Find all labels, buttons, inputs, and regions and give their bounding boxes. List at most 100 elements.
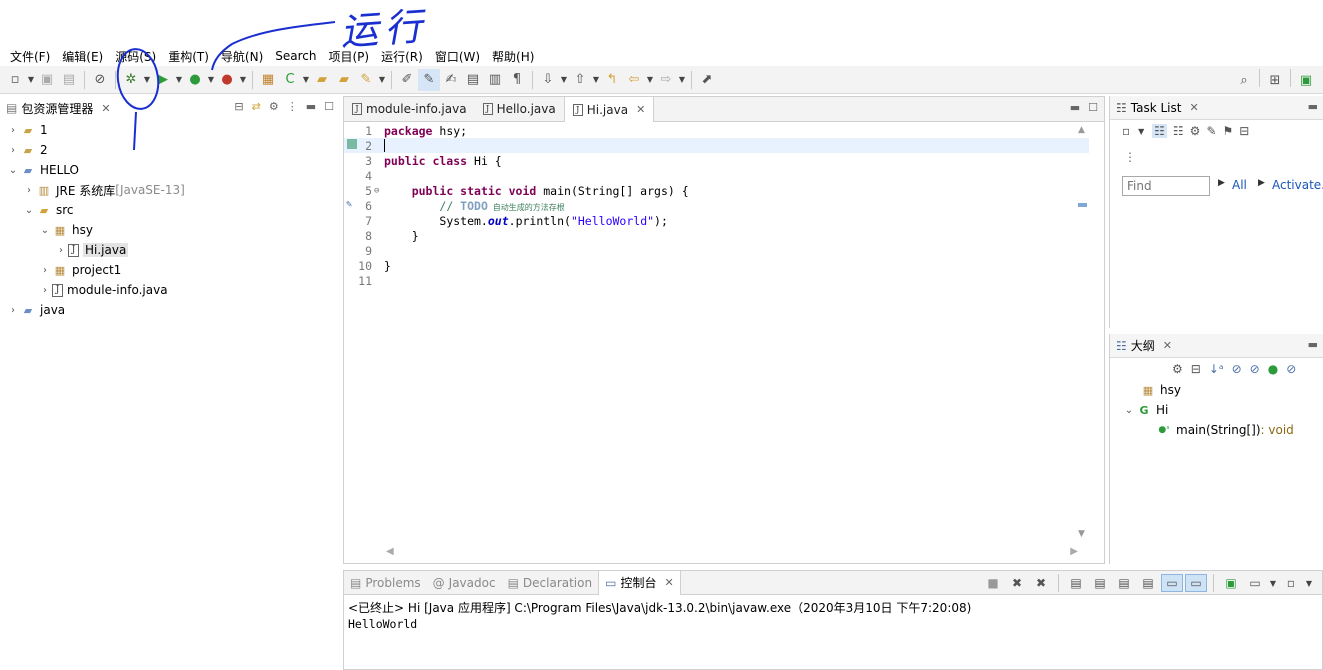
tab-console[interactable]: ▭ 控制台 ✕ xyxy=(598,570,681,595)
debug-icon[interactable]: ✲ xyxy=(120,69,142,91)
new-class-dropdown-icon[interactable]: ▼ xyxy=(301,75,311,84)
search-tool-icon[interactable]: ✎ xyxy=(355,69,377,91)
overview-marker[interactable] xyxy=(1078,203,1087,207)
tree-item[interactable]: ⌄ ▰ HELLO xyxy=(0,160,340,180)
close-icon[interactable]: ✕ xyxy=(1163,339,1172,352)
find-input[interactable] xyxy=(1122,176,1210,196)
sort-icon[interactable]: ↓ᵃ xyxy=(1209,362,1224,376)
open-console-dropdown-icon[interactable]: ▼ xyxy=(1268,574,1278,592)
collapse-all-icon[interactable]: ⊟ xyxy=(234,100,243,113)
next-annotation-icon[interactable]: ⇩ xyxy=(537,69,559,91)
remove-all-launches-icon[interactable]: ✖ xyxy=(1030,574,1052,592)
scroll-left-icon[interactable]: ◀ xyxy=(386,546,394,557)
maximize-icon[interactable]: ☐ xyxy=(1088,101,1098,114)
pilcrow-icon[interactable]: ¶ xyxy=(506,69,528,91)
show-when-stderr-icon[interactable]: ▭ xyxy=(1161,574,1183,592)
close-icon[interactable]: ✕ xyxy=(664,576,673,589)
new-console-dropdown-icon[interactable]: ▼ xyxy=(1304,574,1314,592)
task-list-tab[interactable]: ☷ Task List ✕ xyxy=(1110,101,1205,115)
display-selected-console-icon[interactable]: ▣ xyxy=(1220,574,1242,592)
prev-annotation-icon[interactable]: ⇧ xyxy=(569,69,591,91)
maximize-icon[interactable]: ☐ xyxy=(324,100,334,113)
editor-tab-module-info[interactable]: J module-info.java xyxy=(344,97,475,121)
last-edit-icon[interactable]: ↰ xyxy=(601,69,623,91)
chevron-down-icon[interactable]: ⌄ xyxy=(6,165,20,176)
next-annotation-dropdown-icon[interactable]: ▼ xyxy=(559,75,569,84)
outline-item-package[interactable]: ▦ hsy xyxy=(1140,380,1181,400)
outline-tab[interactable]: ☷ 大纲 ✕ xyxy=(1110,337,1178,354)
tree-item[interactable]: ⌄ ▰ src xyxy=(0,200,340,220)
toggle-mark-icon[interactable]: ✐ xyxy=(396,69,418,91)
close-icon[interactable]: ✕ xyxy=(1189,101,1198,114)
forward-icon[interactable]: ⇨ xyxy=(655,69,677,91)
menu-edit[interactable]: 编辑(E) xyxy=(56,48,109,65)
menu-refactor[interactable]: 重构(T) xyxy=(162,48,215,65)
menu-navigate[interactable]: 导航(N) xyxy=(215,48,269,65)
open-resource-icon[interactable]: ▰ xyxy=(333,69,355,91)
tree-item[interactable]: › ▦ project1 xyxy=(0,260,340,280)
minimize-icon[interactable]: ▬ xyxy=(1308,338,1318,351)
hide-static-icon[interactable]: ⊘ xyxy=(1250,362,1260,376)
horizontal-scrollbar[interactable]: ◀ ▶ xyxy=(382,545,1082,559)
highlight-icon[interactable]: ✎ xyxy=(418,68,440,91)
menu-source[interactable]: 源码(S) xyxy=(109,48,162,65)
filter-icon[interactable]: ⚙ xyxy=(1190,124,1201,138)
minimize-icon[interactable]: ▬ xyxy=(1070,101,1080,114)
debug-dropdown-icon[interactable]: ▼ xyxy=(142,75,152,84)
tree-item[interactable]: › Jmodule-info.java xyxy=(0,280,340,300)
fold-collapse-icon[interactable]: ⊖ xyxy=(374,186,384,196)
menu-search[interactable]: Search xyxy=(269,49,322,63)
menu-run[interactable]: 运行(R) xyxy=(375,48,429,65)
outline-item-class[interactable]: ⌄ G Hi xyxy=(1122,400,1169,420)
code-area[interactable]: 1 package hsy; 2 3 public class Hi { 4 5… xyxy=(344,123,1089,543)
back-dropdown-icon[interactable]: ▼ xyxy=(645,75,655,84)
close-icon[interactable]: ✕ xyxy=(101,102,110,115)
chevron-down-icon[interactable]: ⌄ xyxy=(22,205,36,216)
remove-launch-icon[interactable]: ✖ xyxy=(1006,574,1028,592)
scroll-down-icon[interactable]: ▼ xyxy=(1078,529,1085,539)
tree-item[interactable]: › ▰ 1 xyxy=(0,120,340,140)
coverage-icon[interactable]: ● xyxy=(184,69,206,91)
vertical-scrollbar[interactable]: ▲ ▼ xyxy=(1074,125,1090,545)
minimize-icon[interactable]: ▬ xyxy=(1308,100,1318,113)
new-icon[interactable]: ▫ xyxy=(4,69,26,91)
filter-icon[interactable]: ⚙ xyxy=(269,100,279,113)
forward-dropdown-icon[interactable]: ▼ xyxy=(677,75,687,84)
menu-file[interactable]: 文件(F) xyxy=(4,48,56,65)
chevron-right-icon[interactable]: › xyxy=(38,265,52,276)
menu-project[interactable]: 项目(P) xyxy=(323,48,376,65)
open-perspective-icon[interactable]: ⊞ xyxy=(1264,69,1286,91)
scheduled-icon[interactable]: ☷ xyxy=(1173,124,1184,138)
chevron-right-icon[interactable]: › xyxy=(6,145,20,156)
scroll-lock-icon[interactable]: ▤ xyxy=(1089,574,1111,592)
chevron-down-icon[interactable]: ⌄ xyxy=(38,225,52,236)
scroll-right-icon[interactable]: ▶ xyxy=(1070,546,1078,557)
show-when-stdout-icon[interactable]: ▤ xyxy=(1137,574,1159,592)
new-console-icon[interactable]: ▫ xyxy=(1280,574,1302,592)
new-task-icon[interactable]: ▫ xyxy=(1122,124,1130,138)
external-tools-icon[interactable]: ● xyxy=(216,69,238,91)
view-menu-icon[interactable]: ⋮ xyxy=(287,100,298,113)
categorized-icon[interactable]: ☷ xyxy=(1152,124,1167,138)
chevron-right-icon[interactable]: › xyxy=(22,185,36,196)
chevron-right-icon[interactable]: › xyxy=(54,245,68,256)
hide-fields-icon[interactable]: ⊘ xyxy=(1232,362,1242,376)
prev-annotation-dropdown-icon[interactable]: ▼ xyxy=(591,75,601,84)
new-dropdown-icon[interactable]: ▼ xyxy=(26,75,36,84)
pin-editor-icon[interactable]: ⬈ xyxy=(696,69,718,91)
chevron-down-icon[interactable]: ⌄ xyxy=(1122,405,1136,416)
view-menu-icon[interactable]: ⋮ xyxy=(1124,150,1136,164)
new-java-project-icon[interactable]: ▦ xyxy=(257,69,279,91)
new-class-icon[interactable]: C xyxy=(279,69,301,91)
editor-tab-hello[interactable]: J Hello.java xyxy=(475,97,564,121)
terminate-icon[interactable]: ■ xyxy=(982,574,1004,592)
back-icon[interactable]: ⇦ xyxy=(623,69,645,91)
minimize-icon[interactable]: ▬ xyxy=(306,100,316,113)
collapse-all-icon[interactable]: ⊟ xyxy=(1239,124,1249,138)
tree-item[interactable]: › ▥ JRE 系统库 [JavaSE-13] xyxy=(0,180,340,200)
show-whitespace-icon[interactable]: ▥ xyxy=(484,69,506,91)
coverage-dropdown-icon[interactable]: ▼ xyxy=(206,75,216,84)
search-dropdown-icon[interactable]: ▼ xyxy=(377,75,387,84)
tree-item[interactable]: › ▰ 2 xyxy=(0,140,340,160)
package-explorer-tab[interactable]: ▤ 包资源管理器 ✕ xyxy=(0,100,117,117)
